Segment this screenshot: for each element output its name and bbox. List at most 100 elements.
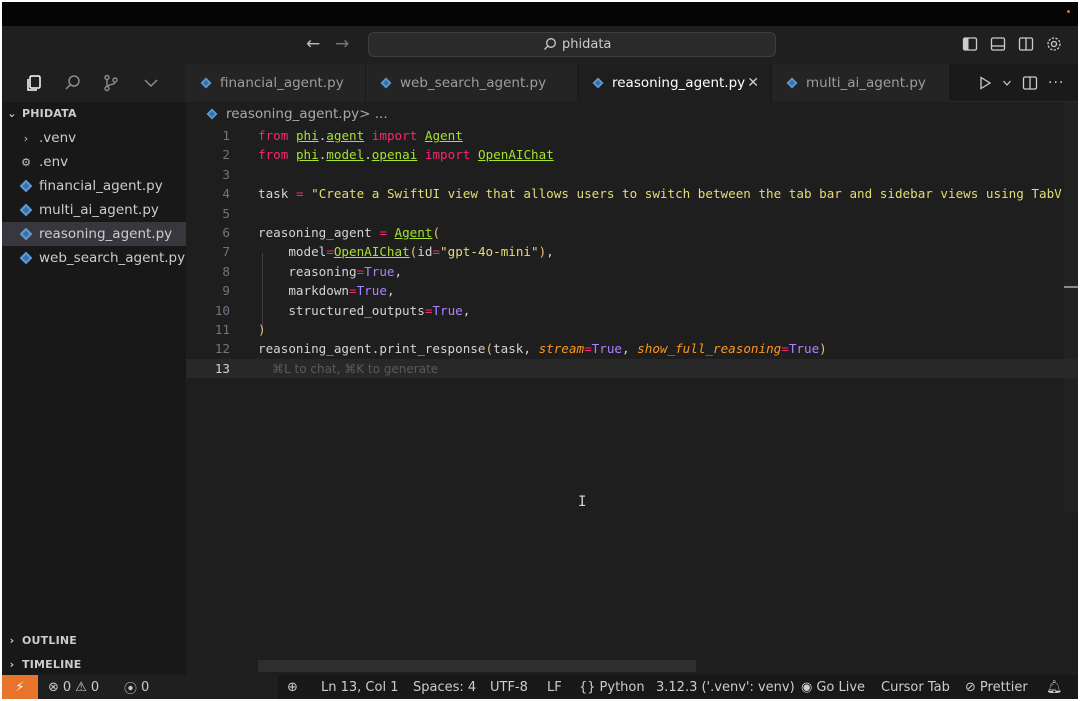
command-center-label: phidata — [562, 37, 612, 52]
tree-item-label: multi_ai_agent.py — [39, 202, 159, 218]
python-icon — [19, 179, 33, 193]
indentation[interactable]: Spaces: 4 — [413, 675, 476, 699]
tab-label: multi_ai_agent.py — [806, 75, 926, 91]
code-line-current: 13 ⌘L to chat, ⌘K to generate — [186, 358, 1078, 379]
ports-indicator[interactable]: ⦿ 0 — [124, 675, 149, 699]
code-line: 2 from phi.model.openai import OpenAIChat — [222, 147, 554, 163]
code-line: 6 reasoning_agent = Agent( — [222, 225, 441, 240]
code-line: 7 model=OpenAIChat(id="gpt-4o-mini"), — [222, 244, 554, 260]
cursor-tab-button[interactable]: Cursor Tab — [881, 675, 950, 699]
chevron-down-icon[interactable] — [1002, 78, 1012, 88]
tab-reasoning-agent[interactable]: reasoning_agent.py ✕ — [578, 64, 772, 102]
explorer-icon[interactable] — [25, 74, 43, 92]
explorer-section-header[interactable]: ⌄ PHIDATA — [2, 102, 186, 124]
back-arrow-icon[interactable]: ← — [306, 34, 320, 54]
close-icon[interactable]: ✕ — [747, 75, 759, 91]
python-icon — [200, 77, 212, 89]
code-line: 8 reasoning=True, — [222, 263, 403, 279]
gear-icon[interactable] — [1046, 36, 1062, 52]
error-icon: ⊗ — [48, 679, 59, 695]
end-of-line[interactable]: LF — [547, 675, 562, 699]
top-strip — [2, 2, 1078, 26]
tree-item-label: web_search_agent.py — [39, 250, 186, 266]
window-dot — [1067, 10, 1070, 13]
encoding[interactable]: UTF-8 — [490, 675, 528, 699]
tree-item-venv[interactable]: › .venv — [2, 126, 186, 150]
cursor-position[interactable]: Ln 13, Col 1 — [321, 675, 398, 699]
chevron-down-icon: ⌄ — [7, 106, 17, 120]
tree-item-env[interactable]: ⚙ .env — [2, 150, 186, 174]
run-icon[interactable] — [978, 76, 992, 90]
status-bar: ⚡ ⊗ 0 ⚠ 0 ⦿ 0 ⊕ Ln 13, Col 1 Spaces: 4 UTF-… — [2, 675, 1078, 699]
code-line: 1 from phi.agent import Agent — [222, 128, 463, 143]
code-editor[interactable]: reasoning_agent.py > ... 1 from phi.agent… — [186, 102, 1078, 675]
broadcast-icon: ◉ — [801, 679, 813, 695]
horizontal-scrollbar[interactable] — [258, 660, 696, 672]
tab-actions: ··· — [978, 64, 1064, 102]
zoom-icon[interactable]: ⊕ — [287, 675, 298, 699]
timeline-title: TIMELINE — [22, 657, 82, 671]
tree-item-multi-ai-agent[interactable]: multi_ai_agent.py — [2, 198, 186, 222]
chevron-right-icon: › — [23, 131, 29, 145]
tab-label: reasoning_agent.py — [612, 75, 746, 91]
chevron-right-icon: › — [9, 633, 15, 647]
prettier-button[interactable]: ⊘ Prettier — [965, 675, 1028, 699]
timeline-section-header[interactable]: › TIMELINE — [2, 653, 186, 675]
tab-label: financial_agent.py — [220, 75, 344, 91]
chevron-down-icon[interactable] — [142, 74, 160, 92]
activity-bar — [2, 64, 186, 102]
toggle-panel-icon[interactable] — [990, 36, 1006, 52]
code-line: 9 markdown=True, — [222, 283, 395, 299]
toggle-primary-sidebar-icon[interactable] — [962, 36, 978, 52]
tree-item-reasoning-agent[interactable]: reasoning_agent.py — [2, 222, 186, 246]
code-line: 3 — [222, 166, 230, 182]
broadcast-icon: ⦿ — [124, 681, 138, 697]
language-mode[interactable]: {} Python — [579, 675, 645, 699]
search-icon — [544, 38, 556, 50]
python-icon — [380, 77, 392, 89]
python-icon — [19, 203, 33, 217]
tab-multi-ai-agent[interactable]: multi_ai_agent.py — [772, 64, 950, 102]
explorer-sidebar: ⌄ PHIDATA › .venv ⚙ .env financial_agent… — [2, 102, 186, 675]
inline-hint: ⌘L to chat, ⌘K to generate — [272, 361, 439, 376]
python-icon — [786, 77, 798, 89]
command-center[interactable]: phidata — [368, 32, 776, 57]
forward-arrow-icon[interactable]: → — [335, 34, 349, 54]
tree-item-label: reasoning_agent.py — [39, 226, 173, 242]
tree-item-web-search-agent[interactable]: web_search_agent.py — [2, 246, 186, 270]
tab-web-search-agent[interactable]: web_search_agent.py — [366, 64, 578, 102]
python-icon — [206, 108, 218, 120]
source-control-icon[interactable] — [102, 74, 120, 92]
outline-title: OUTLINE — [22, 633, 78, 647]
split-editor-icon[interactable] — [1022, 75, 1038, 91]
go-live-button[interactable]: ◉ Go Live — [801, 675, 865, 699]
more-actions-icon[interactable]: ··· — [1048, 75, 1064, 91]
remote-indicator-icon[interactable]: ⚡ — [2, 675, 38, 699]
code-line: 4 task = "Create a SwiftUI view that allo… — [222, 186, 1062, 202]
tab-financial-agent[interactable]: financial_agent.py — [186, 64, 366, 102]
tree-item-label: .env — [39, 154, 69, 170]
bell-icon[interactable]: 🔔︎ — [1046, 675, 1063, 699]
breadcrumb-rest: > ... — [359, 106, 388, 122]
breadcrumb[interactable]: reasoning_agent.py > ... — [206, 105, 388, 123]
search-icon[interactable] — [64, 74, 82, 92]
braces-icon: {} — [579, 679, 596, 695]
python-icon — [19, 251, 33, 265]
problems-indicator[interactable]: ⊗ 0 ⚠ 0 — [48, 675, 99, 699]
tree-item-label: .venv — [39, 130, 77, 146]
chevron-right-icon: › — [9, 657, 15, 671]
code-line: 12 reasoning_agent.print_response(task, s… — [214, 341, 827, 357]
editor-window: ← → phidata financial_agent.py web_searc… — [2, 2, 1078, 699]
tree-item-financial-agent[interactable]: financial_agent.py — [2, 174, 186, 198]
editor-tabs: financial_agent.py web_search_agent.py r… — [186, 64, 1078, 102]
gear-icon: ⚙ — [21, 155, 31, 169]
explorer-title: PHIDATA — [22, 106, 77, 120]
outline-section-header[interactable]: › OUTLINE — [2, 629, 186, 651]
python-icon — [19, 227, 33, 241]
toggle-secondary-sidebar-icon[interactable] — [1018, 36, 1034, 52]
code-line: 5 — [222, 205, 230, 221]
title-bar: ← → phidata — [2, 26, 1078, 64]
python-interpreter[interactable]: 3.12.3 ('.venv': venv) — [656, 675, 795, 699]
tab-label: web_search_agent.py — [400, 75, 547, 91]
warning-icon: ⚠ — [75, 679, 87, 695]
